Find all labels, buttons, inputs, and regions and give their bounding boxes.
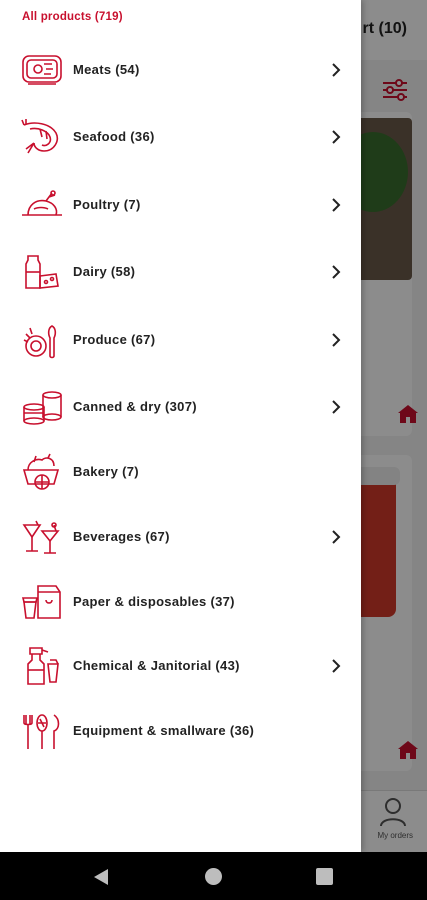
category-item-chemical-janitorial[interactable]: Chemical & Janitorial (43) [0,638,361,694]
vegetables-icon [23,325,57,359]
chevron-right-icon [332,333,341,347]
category-item-paper-disposables[interactable]: Paper & disposables (37) [0,574,361,630]
paper-bag-icon [21,585,61,619]
cans-icon [23,391,62,425]
category-item-meats[interactable]: Meats (54) [0,42,361,98]
chevron-right-icon [332,265,341,279]
category-item-poultry[interactable]: Poultry (7) [0,177,361,233]
spray-bottle-icon [27,647,59,685]
category-item-equipment-smallware[interactable]: Equipment & smallware (36) [0,703,361,759]
chevron-right-icon [332,530,341,544]
chevron-right-icon [332,659,341,673]
chicken-icon [22,190,62,216]
chevron-right-icon [332,130,341,144]
utensils-icon [23,714,60,749]
milk-cheese-icon [25,255,59,289]
category-item-beverages[interactable]: Beverages (67) [0,509,361,565]
system-nav-bar [0,852,427,900]
chevron-right-icon [332,400,341,414]
chevron-right-icon [332,198,341,212]
meat-icon [22,55,62,85]
category-label: Dairy (58) [73,264,136,279]
back-icon[interactable] [92,867,110,887]
category-label: Chemical & Janitorial (43) [73,658,240,673]
category-item-canned-dry[interactable]: Canned & dry (307) [0,379,361,435]
cocktail-icon [22,520,60,554]
category-label: Seafood (36) [73,129,155,144]
category-item-produce[interactable]: Produce (67) [0,312,361,368]
category-item-dairy[interactable]: Dairy (58) [0,244,361,300]
category-label: Poultry (7) [73,197,141,212]
category-label: Bakery (7) [73,464,139,479]
bread-basket-icon [22,453,60,490]
category-drawer: All products (719) Meats (54) Seafood (3… [0,0,361,852]
category-label: Meats (54) [73,62,140,77]
shrimp-icon [21,119,59,154]
chevron-right-icon [332,63,341,77]
category-label: Beverages (67) [73,529,170,544]
category-label: Produce (67) [73,332,156,347]
category-label: Equipment & smallware (36) [73,723,255,738]
all-products-link[interactable]: All products (719) [22,11,123,23]
category-label: Paper & disposables (37) [73,594,235,609]
category-label: Canned & dry (307) [73,399,197,414]
category-item-seafood[interactable]: Seafood (36) [0,109,361,165]
category-item-bakery[interactable]: Bakery (7) [0,444,361,500]
recent-apps-icon[interactable] [316,868,333,885]
home-icon[interactable] [205,868,222,885]
